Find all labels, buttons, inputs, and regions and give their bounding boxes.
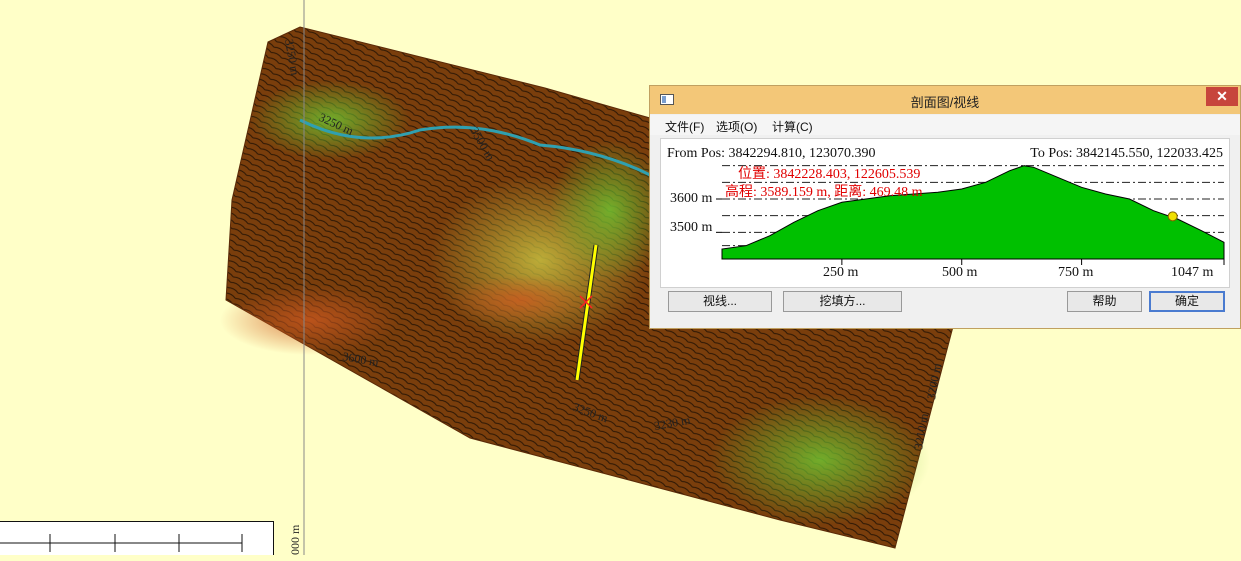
scale-bar	[0, 521, 274, 555]
cursor-position-readout: 位置: 3842228.403, 122605.539	[738, 167, 921, 182]
profile-cursor-marker	[1167, 211, 1178, 222]
cut-fill-button[interactable]: 挖填方...	[783, 291, 902, 312]
scale-bar-ticks	[0, 534, 243, 552]
menu-options[interactable]: 选项(O)	[716, 118, 757, 135]
y-tick-label: 3600 m	[670, 191, 713, 206]
cursor-elevation-readout: 高程: 3589.159 m, 距离: 469.48 m	[725, 185, 923, 200]
profile-chart-panel[interactable]: From Pos: 3842294.810, 123070.390 To Pos…	[660, 138, 1230, 288]
dialog-title: 剖面图/视线	[910, 95, 980, 110]
menu-file[interactable]: 文件(F)	[665, 118, 704, 135]
x-tick-label: 250 m	[823, 265, 859, 280]
dialog-titlebar[interactable]: 剖面图/视线 ✕	[650, 86, 1240, 114]
scale-axis-label: 000 m	[288, 524, 302, 555]
x-tick-label: 500 m	[942, 265, 978, 280]
line-of-sight-button[interactable]: 视线...	[668, 291, 772, 312]
terrain-highland	[220, 285, 400, 355]
y-tick-label: 3500 m	[670, 220, 713, 235]
close-button[interactable]: ✕	[1206, 87, 1238, 106]
profile-dialog[interactable]: 剖面图/视线 ✕ 文件(F) 选项(O) 计算(C) From Pos: 384…	[649, 85, 1241, 329]
x-tick-label: 1047 m	[1171, 265, 1214, 280]
x-tick-label: 750 m	[1058, 265, 1094, 280]
help-button[interactable]: 帮助	[1067, 291, 1142, 312]
menu-calculate[interactable]: 计算(C)	[772, 118, 813, 135]
menu-bar: 文件(F) 选项(O) 计算(C)	[650, 115, 1240, 135]
terrain-highland	[710, 395, 930, 525]
terrain-highland	[450, 275, 590, 325]
ok-button[interactable]: 确定	[1149, 291, 1225, 312]
